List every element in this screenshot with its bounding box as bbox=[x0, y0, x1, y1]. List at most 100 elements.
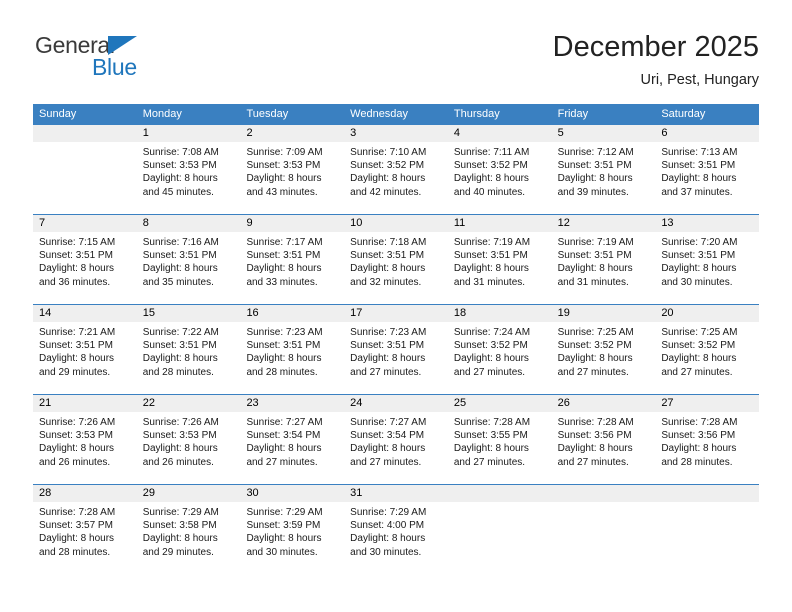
day-number: 25 bbox=[447, 395, 552, 412]
sunset-text: Sunset: 3:52 PM bbox=[557, 340, 632, 352]
general-blue-logo[interactable]: General Blue bbox=[33, 30, 253, 82]
day-number: 24 bbox=[344, 395, 448, 412]
day-cell[interactable]: 14 Sunrise: 7:21 AM Sunset: 3:51 PM Dayligh… bbox=[33, 305, 137, 394]
day-number: 2 bbox=[240, 125, 345, 142]
sunset-text: Sunset: 3:58 PM bbox=[142, 520, 217, 532]
day-cell[interactable]: 22 Sunrise: 7:26 AM Sunset: 3:53 PM Dayligh… bbox=[136, 395, 241, 484]
sunrise-text: Sunrise: 7:25 AM bbox=[661, 327, 738, 338]
day-details: Sunrise: 7:27 AM Sunset: 3:54 PM Daylight:… bbox=[344, 412, 448, 469]
logo-text-blue: Blue bbox=[92, 54, 137, 80]
day-details: Sunrise: 7:28 AM Sunset: 3:55 PM Daylight:… bbox=[448, 412, 552, 469]
day-cell[interactable]: 11 Sunrise: 7:19 AM Sunset: 3:51 PM Dayligh… bbox=[447, 215, 552, 304]
day-number: 5 bbox=[551, 125, 656, 142]
day-cell[interactable]: 10 Sunrise: 7:18 AM Sunset: 3:51 PM Dayligh… bbox=[344, 215, 448, 304]
day-number: 7 bbox=[33, 215, 137, 232]
day-cell[interactable]: 18 Sunrise: 7:24 AM Sunset: 3:52 PM Dayligh… bbox=[447, 305, 552, 394]
sunset-text: Sunset: 3:53 PM bbox=[142, 160, 217, 172]
sunset-text: Sunset: 3:51 PM bbox=[557, 250, 632, 262]
daylight-text: Daylight: 8 hours and 26 minutes. bbox=[142, 443, 218, 468]
day-cell[interactable]: 27 Sunrise: 7:28 AM Sunset: 3:56 PM Dayligh… bbox=[655, 395, 760, 484]
day-number: 10 bbox=[344, 215, 448, 232]
day-cell[interactable]: 25 Sunrise: 7:28 AM Sunset: 3:55 PM Dayligh… bbox=[447, 395, 552, 484]
sunset-text: Sunset: 3:52 PM bbox=[350, 160, 425, 172]
day-number: 6 bbox=[655, 125, 760, 142]
day-details: Sunrise: 7:29 AM Sunset: 3:58 PM Daylight:… bbox=[137, 502, 241, 559]
day-number: 4 bbox=[447, 125, 552, 142]
day-cell[interactable]: 30 Sunrise: 7:29 AM Sunset: 3:59 PM Dayligh… bbox=[240, 485, 345, 574]
daylight-text: Daylight: 8 hours and 27 minutes. bbox=[246, 443, 322, 468]
day-cell[interactable]: 6 Sunrise: 7:13 AM Sunset: 3:51 PM Daylight… bbox=[655, 125, 760, 214]
daylight-text: Daylight: 8 hours and 27 minutes. bbox=[350, 443, 426, 468]
day-cell[interactable]: 26 Sunrise: 7:28 AM Sunset: 3:56 PM Dayligh… bbox=[551, 395, 656, 484]
day-details: Sunrise: 7:15 AM Sunset: 3:51 PM Daylight:… bbox=[33, 232, 137, 289]
day-number: 22 bbox=[136, 395, 241, 412]
day-details: Sunrise: 7:12 AM Sunset: 3:51 PM Daylight:… bbox=[552, 142, 656, 199]
day-cell[interactable]: 8 Sunrise: 7:16 AM Sunset: 3:51 PM Daylight… bbox=[136, 215, 241, 304]
weekday-header-tuesday: Tuesday bbox=[246, 108, 289, 120]
day-number: 26 bbox=[551, 395, 656, 412]
sunrise-text: Sunrise: 7:13 AM bbox=[661, 147, 738, 158]
sunset-text: Sunset: 4:00 PM bbox=[350, 520, 425, 532]
day-number bbox=[655, 485, 760, 502]
sunset-text: Sunset: 3:51 PM bbox=[142, 250, 217, 262]
triangle-icon bbox=[108, 36, 137, 55]
sunset-text: Sunset: 3:51 PM bbox=[39, 340, 113, 352]
day-cell[interactable]: 1 Sunrise: 7:08 AM Sunset: 3:53 PM Daylight… bbox=[136, 125, 241, 214]
day-details: Sunrise: 7:25 AM Sunset: 3:52 PM Daylight:… bbox=[552, 322, 656, 379]
day-cell[interactable]: 21 Sunrise: 7:26 AM Sunset: 3:53 PM Dayligh… bbox=[33, 395, 137, 484]
day-cell[interactable]: 9 Sunrise: 7:17 AM Sunset: 3:51 PM Daylight… bbox=[240, 215, 345, 304]
day-cell[interactable]: 31 Sunrise: 7:29 AM Sunset: 4:00 PM Dayligh… bbox=[344, 485, 448, 574]
weekday-header-thursday: Thursday bbox=[453, 108, 500, 120]
sunset-text: Sunset: 3:52 PM bbox=[661, 340, 736, 352]
sunrise-text: Sunrise: 7:15 AM bbox=[39, 237, 116, 248]
daylight-text: Daylight: 8 hours and 43 minutes. bbox=[246, 173, 322, 198]
day-cell[interactable]: 5 Sunrise: 7:12 AM Sunset: 3:51 PM Daylight… bbox=[551, 125, 656, 214]
calendar-grid: Sunday Monday Tuesday Wednesday Thursday Frid… bbox=[33, 104, 760, 574]
day-number: 21 bbox=[33, 395, 137, 412]
day-cell[interactable]: 17 Sunrise: 7:23 AM Sunset: 3:51 PM Dayligh… bbox=[344, 305, 448, 394]
daylight-text: Daylight: 8 hours and 27 minutes. bbox=[453, 353, 529, 378]
day-cell[interactable]: 12 Sunrise: 7:19 AM Sunset: 3:51 PM Dayligh… bbox=[551, 215, 656, 304]
day-cell[interactable]: 4 Sunrise: 7:11 AM Sunset: 3:52 PM Daylight… bbox=[447, 125, 552, 214]
day-cell[interactable]: 20 Sunrise: 7:25 AM Sunset: 3:52 PM Dayligh… bbox=[655, 305, 760, 394]
day-cell[interactable]: 3 Sunrise: 7:10 AM Sunset: 3:52 PM Daylight… bbox=[344, 125, 448, 214]
day-number: 31 bbox=[344, 485, 448, 502]
day-cell[interactable]: 15 Sunrise: 7:22 AM Sunset: 3:51 PM Dayligh… bbox=[136, 305, 241, 394]
day-cell[interactable]: 16 Sunrise: 7:23 AM Sunset: 3:51 PM Dayligh… bbox=[240, 305, 345, 394]
day-number: 9 bbox=[240, 215, 345, 232]
day-cell[interactable]: 19 Sunrise: 7:25 AM Sunset: 3:52 PM Dayligh… bbox=[551, 305, 656, 394]
day-cell[interactable]: 13 Sunrise: 7:20 AM Sunset: 3:51 PM Dayligh… bbox=[655, 215, 760, 304]
daylight-text: Daylight: 8 hours and 28 minutes. bbox=[661, 443, 737, 468]
sunrise-text: Sunrise: 7:29 AM bbox=[246, 507, 323, 518]
day-cell[interactable]: 23 Sunrise: 7:27 AM Sunset: 3:54 PM Dayligh… bbox=[240, 395, 345, 484]
day-cell[interactable]: 29 Sunrise: 7:29 AM Sunset: 3:58 PM Dayligh… bbox=[136, 485, 241, 574]
day-cell-empty bbox=[33, 125, 137, 214]
day-cell[interactable]: 24 Sunrise: 7:27 AM Sunset: 3:54 PM Dayligh… bbox=[344, 395, 448, 484]
sunset-text: Sunset: 3:51 PM bbox=[350, 340, 425, 352]
week-row: 7 Sunrise: 7:15 AM Sunset: 3:51 PM Daylight… bbox=[33, 214, 760, 304]
sunset-text: Sunset: 3:55 PM bbox=[453, 430, 528, 442]
daylight-text: Daylight: 8 hours and 27 minutes. bbox=[453, 443, 529, 468]
sunrise-text: Sunrise: 7:16 AM bbox=[142, 237, 219, 248]
daylight-text: Daylight: 8 hours and 32 minutes. bbox=[350, 263, 426, 288]
sunrise-text: Sunrise: 7:28 AM bbox=[39, 507, 116, 518]
page-subtitle: Uri, Pest, Hungary bbox=[640, 72, 759, 88]
day-number: 27 bbox=[655, 395, 760, 412]
day-cell[interactable]: 7 Sunrise: 7:15 AM Sunset: 3:51 PM Daylight… bbox=[33, 215, 137, 304]
day-number: 13 bbox=[655, 215, 760, 232]
daylight-text: Daylight: 8 hours and 29 minutes. bbox=[39, 353, 115, 378]
sunset-text: Sunset: 3:56 PM bbox=[557, 430, 632, 442]
day-details: Sunrise: 7:28 AM Sunset: 3:56 PM Daylight:… bbox=[655, 412, 759, 469]
day-details: Sunrise: 7:29 AM Sunset: 3:59 PM Daylight:… bbox=[240, 502, 344, 559]
day-details: Sunrise: 7:22 AM Sunset: 3:51 PM Daylight:… bbox=[137, 322, 241, 379]
day-cell[interactable]: 2 Sunrise: 7:09 AM Sunset: 3:53 PM Daylight… bbox=[240, 125, 345, 214]
sunset-text: Sunset: 3:53 PM bbox=[142, 430, 217, 442]
title-block: December 2025 Uri, Pest, Hungary bbox=[553, 30, 759, 90]
daylight-text: Daylight: 8 hours and 30 minutes. bbox=[350, 533, 426, 558]
daylight-text: Daylight: 8 hours and 33 minutes. bbox=[246, 263, 322, 288]
day-cell[interactable]: 28 Sunrise: 7:28 AM Sunset: 3:57 PM Dayligh… bbox=[33, 485, 137, 574]
daylight-text: Daylight: 8 hours and 45 minutes. bbox=[142, 173, 218, 198]
day-details: Sunrise: 7:26 AM Sunset: 3:53 PM Daylight:… bbox=[33, 412, 137, 469]
day-number: 29 bbox=[136, 485, 241, 502]
daylight-text: Daylight: 8 hours and 30 minutes. bbox=[661, 263, 737, 288]
